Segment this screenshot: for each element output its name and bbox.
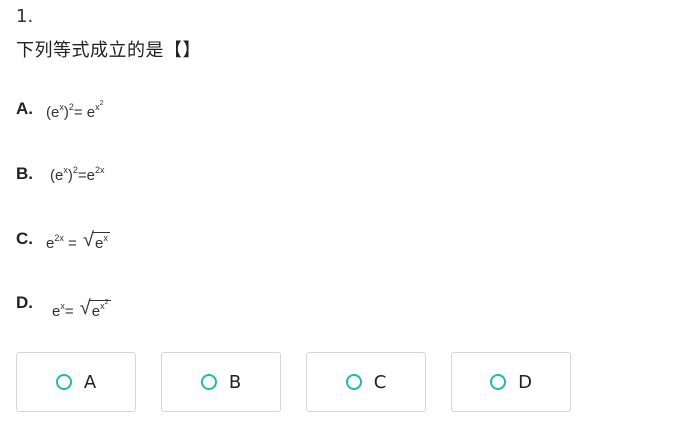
option-b-formula: (ex)2=e2x	[50, 165, 105, 184]
choice-d-button[interactable]: D	[451, 352, 571, 412]
choice-label: B	[228, 371, 242, 393]
choice-label: C	[373, 371, 387, 393]
choice-label: A	[83, 371, 97, 393]
option-d-formula: ex= √ ex2	[52, 297, 111, 324]
radio-icon[interactable]	[490, 374, 507, 390]
radio-icon[interactable]	[55, 374, 72, 390]
option-letter: B.	[16, 164, 33, 183]
option-letter: C.	[16, 229, 33, 248]
option-a: A. (ex)2= ex2	[16, 98, 104, 128]
option-b: B. (ex)2=e2x	[16, 163, 104, 193]
option-letter: D.	[16, 293, 33, 312]
sqrt-symbol: √ ex	[82, 229, 110, 252]
sqrt-symbol: √ ex2	[80, 297, 111, 324]
choice-label: D	[518, 371, 532, 393]
option-a-formula: (ex)2= ex2	[46, 100, 104, 121]
choice-a-button[interactable]: A	[16, 352, 136, 412]
question-stem: 下列等式成立的是【】	[16, 40, 201, 61]
question-page: 1. 下列等式成立的是【】 A. (ex)2= ex2 B. (ex)2=e2x…	[0, 0, 675, 427]
question-number: 1.	[16, 6, 34, 27]
option-c: C. e2x = √ ex	[16, 228, 110, 258]
radio-icon[interactable]	[345, 374, 362, 390]
option-d: D. ex= √ ex2	[16, 292, 111, 322]
answer-choices: A B C D	[16, 352, 571, 412]
choice-c-button[interactable]: C	[306, 352, 426, 412]
option-c-formula: e2x = √ ex	[46, 229, 110, 256]
option-letter: A.	[16, 99, 33, 118]
choice-b-button[interactable]: B	[161, 352, 281, 412]
radio-icon[interactable]	[200, 374, 217, 390]
